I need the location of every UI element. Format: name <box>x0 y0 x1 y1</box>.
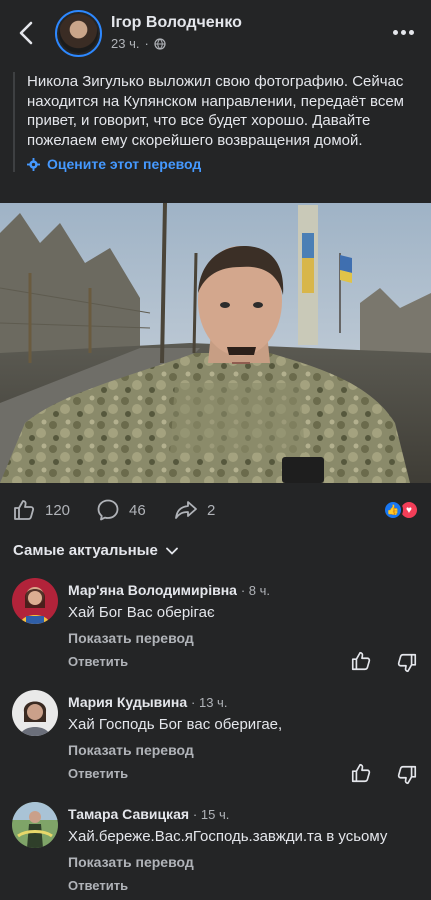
commenter-name[interactable]: Мария Кудывина <box>68 694 187 710</box>
post-meta: 23 ч. · <box>111 36 166 51</box>
post-actions: 120 46 2 👍 ♥ <box>0 492 431 530</box>
comment-text: Хай Господь Бог вас оберигае, <box>68 716 283 733</box>
post-photo[interactable] <box>0 203 431 483</box>
comment-text: Хай Бог Вас оберігає <box>68 604 215 621</box>
comment-bubble-icon <box>97 499 119 521</box>
soldier-photo-image <box>0 203 431 483</box>
gear-icon <box>27 157 40 171</box>
sort-label: Самые актуальные <box>13 542 158 559</box>
share-arrow-icon <box>175 501 197 519</box>
chevron-down-icon <box>165 547 178 555</box>
like-button[interactable]: 120 <box>12 498 70 522</box>
post-header: Ігор Володченко 23 ч. · <box>0 0 431 66</box>
comment-item: Мар'яна Володимирівна · 8 ч. Хай Бог Вас… <box>0 572 431 684</box>
comment-count: 46 <box>129 501 146 519</box>
thumbs-up-icon <box>14 500 35 520</box>
show-translation-link[interactable]: Показать перевод <box>68 854 194 870</box>
thumbs-down-icon[interactable] <box>396 652 418 674</box>
globe-icon <box>154 37 166 50</box>
comment-item: Мария Кудывина · 13 ч. Хай Господь Бог в… <box>0 684 431 796</box>
commenter-avatar[interactable] <box>12 802 58 848</box>
author-avatar[interactable] <box>55 10 102 57</box>
thumbs-up-icon[interactable] <box>350 762 372 784</box>
commenter-avatar[interactable] <box>12 578 58 624</box>
reply-link[interactable]: Ответить <box>68 766 128 781</box>
reaction-summary[interactable]: 👍 ♥ <box>383 500 419 520</box>
thumbs-up-icon[interactable] <box>350 650 372 672</box>
comment-time: 15 ч. <box>200 807 230 822</box>
comment-text: Хай.береже.Вас.яГосподь.завжди.та в усьо… <box>68 828 388 845</box>
commenter-name[interactable]: Тамара Савицкая <box>68 806 189 822</box>
thumbs-down-icon[interactable] <box>396 764 418 786</box>
commenter-name[interactable]: Мар'яна Володимирівна <box>68 582 237 598</box>
share-button[interactable]: 2 <box>174 498 215 522</box>
comment-time: 13 ч. <box>198 695 228 710</box>
rate-translation-link[interactable]: Оцените этот перевод <box>27 156 421 172</box>
post-time[interactable]: 23 ч. <box>111 36 139 51</box>
post-text: Никола Зигулько выложил свою фотографию.… <box>27 73 404 149</box>
comment-item: Тамара Савицкая · 15 ч. Хай.береже.Вас.я… <box>0 796 431 900</box>
more-options-icon[interactable] <box>391 22 415 42</box>
commenter-name-line: Мар'яна Володимирівна · 8 ч. <box>68 582 271 598</box>
reply-link[interactable]: Ответить <box>68 654 128 669</box>
like-reaction-icon: 👍 <box>383 500 403 520</box>
show-translation-link[interactable]: Показать перевод <box>68 630 194 646</box>
reply-link[interactable]: Ответить <box>68 878 128 893</box>
author-name[interactable]: Ігор Володченко <box>111 14 242 32</box>
comment-button[interactable]: 46 <box>96 498 146 522</box>
show-translation-link[interactable]: Показать перевод <box>68 742 194 758</box>
post-body: Никола Зигулько выложил свою фотографию.… <box>13 72 421 172</box>
commenter-name-line: Тамара Савицкая · 15 ч. <box>68 806 230 822</box>
share-count: 2 <box>207 501 216 519</box>
rate-translation-label: Оцените этот перевод <box>47 156 202 172</box>
comment-time: 8 ч. <box>248 583 271 598</box>
comment-sort-dropdown[interactable]: Самые актуальные <box>13 542 178 559</box>
commenter-name-line: Мария Кудывина · 13 ч. <box>68 694 228 710</box>
commenter-avatar[interactable] <box>12 690 58 736</box>
back-arrow-icon[interactable] <box>14 18 40 48</box>
like-count: 120 <box>45 501 71 519</box>
